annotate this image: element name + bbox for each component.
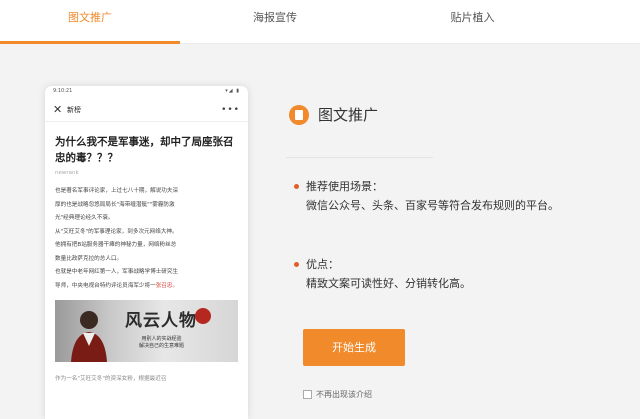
close-icon: ✕ xyxy=(53,103,63,116)
article-source: newrank xyxy=(55,170,79,176)
tab-patch-placement[interactable]: 贴片植入 xyxy=(400,0,545,44)
article-line: 导师，中央电视台特约评论员海军少将一张召忠。 xyxy=(55,282,179,289)
tab-image-text-promo[interactable]: 图文推广 xyxy=(0,0,180,44)
article-highlight: 张召忠。 xyxy=(155,282,179,289)
advantages-body: 精致文案可读性好、分销转化高。 xyxy=(306,277,471,290)
usage-scene-body: 微信公众号、头条、百家号等符合发布规则的平台。 xyxy=(306,199,559,212)
banner-title: 风云人物 xyxy=(125,311,197,331)
top-tab-bar: 图文推广 海报宣传 贴片植入 xyxy=(0,0,640,44)
signal-battery-icon: ▾◢ ▮ xyxy=(225,88,240,94)
divider xyxy=(286,157,433,158)
active-tab-indicator xyxy=(0,41,180,44)
article-line: 他拥有把B站服务器干瘫的神秘力量，网络粉丝总 xyxy=(55,242,177,248)
phone-status-bar: 9:10:21 ▾◢ ▮ xyxy=(45,86,248,98)
bullet-dot xyxy=(294,184,299,189)
article-title: 为什么我不是军事迷，却中了局座张召忠的毒？？？ xyxy=(55,136,234,164)
panel-title: 图文推广 xyxy=(318,106,379,124)
usage-scene-heading: 推荐使用场景： xyxy=(306,180,383,193)
article-body: 也是著名军事评论家，上过七八十期，解说功夫深 厚的也是战略忽悠局局长"海带缠潜艇… xyxy=(55,186,238,292)
start-generate-button[interactable]: 开始生成 xyxy=(303,329,405,366)
more-icon: ••• xyxy=(221,104,240,115)
advantages-heading: 优点： xyxy=(306,258,339,271)
article-footer-line: 作为一名"艾旺艾冬"的资深女粉，根据最近召 xyxy=(55,376,167,382)
article-line: 也就是中老年网红第一人，军事战略学博士研究生 xyxy=(55,269,179,275)
dont-show-again-checkbox[interactable] xyxy=(303,390,312,399)
usage-scene-section: 推荐使用场景： 微信公众号、头条、百家号等符合发布规则的平台。 xyxy=(294,177,626,215)
article-line: 从"艾旺艾冬"的军事理论家，到多次元网络大神。 xyxy=(55,228,178,235)
banner-subtitle: 用别人的实战经验 解决自己的生意难题 xyxy=(139,336,185,349)
seal-icon xyxy=(195,308,211,324)
bullet-dot xyxy=(294,262,299,267)
phone-nav-bar: ✕ 新榜 ••• xyxy=(45,98,248,122)
phone-preview: 9:10:21 ▾◢ ▮ ✕ 新榜 ••• 为什么我不是军事迷，却中了局座张召忠… xyxy=(45,86,248,419)
advantages-section: 优点： 精致文案可读性好、分销转化高。 xyxy=(294,255,626,293)
article-line: 光"经典理论经久不衰。 xyxy=(55,215,114,221)
article-line: 数量比政萨克拉的总人口。 xyxy=(55,255,123,262)
tab-poster-promo[interactable]: 海报宣传 xyxy=(210,0,340,44)
document-icon xyxy=(289,104,309,125)
dont-show-again-option[interactable]: 不再出现该介绍 xyxy=(303,389,372,400)
panel-header: 图文推广 xyxy=(289,104,378,125)
person-silhouette-icon xyxy=(71,311,107,362)
article-line: 也是著名军事评论家，上过七八十期，解说功夫深 xyxy=(55,188,179,194)
status-time: 9:10:21 xyxy=(53,88,73,94)
article-banner-image: 风云人物 用别人的实战经验 解决自己的生意难题 xyxy=(55,300,238,362)
phone-nav-title: 新榜 xyxy=(67,105,81,114)
article-line: 厚的也是战略忽悠局局长"海带缠潜艇""雾霾防激 xyxy=(55,201,175,208)
dont-show-again-label: 不再出现该介绍 xyxy=(316,390,372,399)
